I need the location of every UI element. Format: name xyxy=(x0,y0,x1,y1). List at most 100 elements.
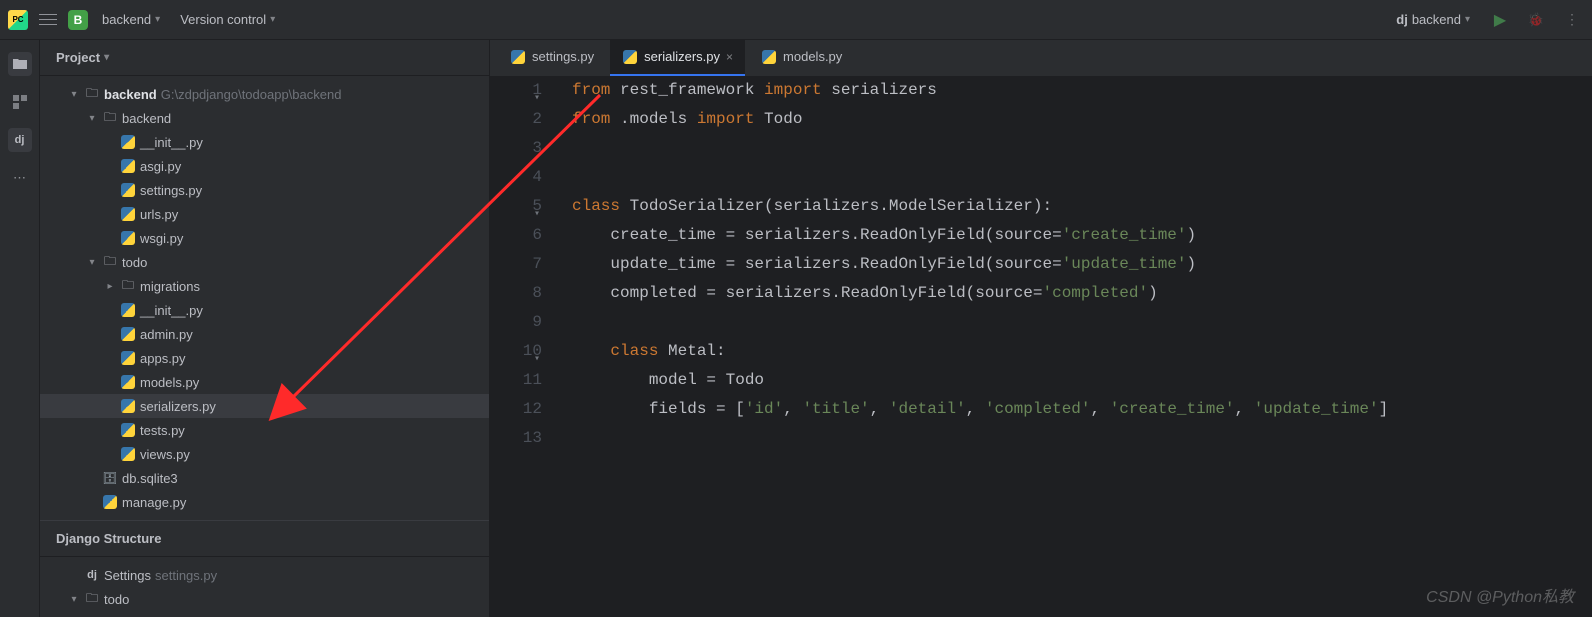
code-line: class Metal: xyxy=(572,337,1388,366)
python-file-icon xyxy=(120,350,136,366)
chevron-down-icon: ▾ xyxy=(155,14,160,25)
tree-item[interactable]: ▸ __init__.py xyxy=(40,130,489,154)
tree-item[interactable]: ▸ __init__.py xyxy=(40,298,489,322)
python-file-icon xyxy=(120,134,136,150)
more-button[interactable]: ⋮ xyxy=(1560,8,1584,32)
tree-item[interactable]: ▸ serializers.py xyxy=(40,394,489,418)
tree-item[interactable]: ▸ dj Settings settings.py xyxy=(40,563,489,587)
tree-item[interactable]: ▾ 🗀 backend xyxy=(40,106,489,130)
ellipsis-icon: ⋯ xyxy=(13,170,26,186)
close-icon[interactable]: × xyxy=(726,50,733,64)
tree-item-label: serializers.py xyxy=(140,399,216,414)
code-line: create_time = serializers.ReadOnlyField(… xyxy=(572,221,1388,250)
bug-icon: 🐞 xyxy=(1528,12,1544,28)
code-line xyxy=(572,424,1388,453)
line-number: 4 xyxy=(490,163,542,192)
project-name: backend xyxy=(102,12,151,27)
python-file-icon xyxy=(120,398,136,414)
code-line: from .models import Todo xyxy=(572,105,1388,134)
expand-arrow-icon[interactable]: ▾ xyxy=(68,594,80,605)
collapse-arrow-icon[interactable]: ▸ xyxy=(104,281,116,292)
code-line: model = Todo xyxy=(572,366,1388,395)
editor-body[interactable]: 1▾2345▾678910▾111213 from rest_framework… xyxy=(490,76,1592,617)
python-file-icon xyxy=(120,206,136,222)
tree-item[interactable]: ▸ tests.py xyxy=(40,418,489,442)
sidebar: Project ▾ ▾ 🗀 backend G:\zdpdjango\todoa… xyxy=(40,40,490,617)
django-panel-header[interactable]: Django Structure xyxy=(40,521,489,557)
tab-label: settings.py xyxy=(532,49,594,64)
tree-item-label: backend xyxy=(104,87,157,102)
vcs-menu[interactable]: Version control ▾ xyxy=(174,8,281,31)
editor-tab[interactable]: serializers.py × xyxy=(610,40,745,76)
package-icon: 🗀 xyxy=(102,110,118,126)
tree-item[interactable]: ▸ manage.py xyxy=(40,490,489,514)
tree-item[interactable]: ▸ 🗄 db.sqlite3 xyxy=(40,466,489,490)
python-file-icon xyxy=(510,49,526,65)
editor-tab[interactable]: settings.py xyxy=(498,40,606,76)
play-icon: ▶ xyxy=(1494,10,1506,30)
django-tree: ▸ dj Settings settings.py ▾ 🗀 todo xyxy=(40,557,489,617)
python-file-icon xyxy=(761,49,777,65)
tree-item[interactable]: ▸ asgi.py xyxy=(40,154,489,178)
python-file-icon xyxy=(120,158,136,174)
vertical-dots-icon: ⋮ xyxy=(1565,11,1579,28)
vcs-label: Version control xyxy=(180,12,266,27)
project-selector[interactable]: backend ▾ xyxy=(96,8,166,31)
debug-button[interactable]: 🐞 xyxy=(1524,8,1548,32)
tree-item[interactable]: ▸ wsgi.py xyxy=(40,226,489,250)
tree-item-label: apps.py xyxy=(140,351,186,366)
tree-item-label: asgi.py xyxy=(140,159,181,174)
line-number: 9 xyxy=(490,308,542,337)
tool-rail: dj ⋯ xyxy=(0,40,40,617)
expand-arrow-icon[interactable]: ▾ xyxy=(86,257,98,268)
tree-item[interactable]: ▸ 🗀 migrations xyxy=(40,274,489,298)
python-file-icon xyxy=(120,230,136,246)
line-number: 6 xyxy=(490,221,542,250)
tree-item[interactable]: ▸ settings.py xyxy=(40,178,489,202)
tree-item-label: views.py xyxy=(140,447,190,462)
django-tool-button[interactable]: dj xyxy=(8,128,32,152)
tree-item[interactable]: ▾ 🗀 todo xyxy=(40,587,489,611)
path-suffix: settings.py xyxy=(155,568,217,583)
code-line xyxy=(572,163,1388,192)
line-number: 10▾ xyxy=(490,337,542,366)
project-panel-header[interactable]: Project ▾ xyxy=(40,40,489,76)
main-menu-button[interactable] xyxy=(36,8,60,32)
django-icon: dj xyxy=(84,567,100,583)
package-icon: 🗀 xyxy=(120,278,136,294)
more-tools-button[interactable]: ⋯ xyxy=(8,166,32,190)
tree-item-label: db.sqlite3 xyxy=(122,471,178,486)
tab-label: models.py xyxy=(783,49,842,64)
python-file-icon xyxy=(120,182,136,198)
run-config-prefix: dj xyxy=(1396,12,1408,27)
project-panel-title: Project xyxy=(56,50,100,65)
project-tool-button[interactable] xyxy=(8,52,32,76)
editor-tab[interactable]: models.py xyxy=(749,40,854,76)
code-line: update_time = serializers.ReadOnlyField(… xyxy=(572,250,1388,279)
expand-arrow-icon[interactable]: ▾ xyxy=(68,89,80,100)
code-content[interactable]: from rest_framework import serializersfr… xyxy=(560,76,1388,617)
tree-item[interactable]: ▸ views.py xyxy=(40,442,489,466)
folder-icon: 🗀 xyxy=(84,86,100,102)
python-file-icon xyxy=(120,374,136,390)
top-bar: PC B backend ▾ Version control ▾ dj back… xyxy=(0,0,1592,40)
project-badge-icon: B xyxy=(68,10,88,30)
tree-item[interactable]: ▾ 🗀 todo xyxy=(40,250,489,274)
folder-icon: 🗀 xyxy=(84,591,100,607)
editor-area: settings.py serializers.py × models.py 1… xyxy=(490,40,1592,617)
tree-item[interactable]: ▸ models.py xyxy=(40,370,489,394)
python-file-icon xyxy=(120,302,136,318)
code-line: from rest_framework import serializers xyxy=(572,76,1388,105)
tree-item[interactable]: ▾ 🗀 backend G:\zdpdjango\todoapp\backend xyxy=(40,82,489,106)
database-icon: 🗄 xyxy=(102,470,118,486)
expand-arrow-icon[interactable]: ▾ xyxy=(86,113,98,124)
python-file-icon xyxy=(120,446,136,462)
tree-item[interactable]: ▸ admin.py xyxy=(40,322,489,346)
chevron-down-icon: ▾ xyxy=(1465,14,1470,25)
run-config-selector[interactable]: dj backend ▾ xyxy=(1390,8,1476,31)
tree-item[interactable]: ▸ urls.py xyxy=(40,202,489,226)
tree-item[interactable]: ▸ apps.py xyxy=(40,346,489,370)
structure-tool-button[interactable] xyxy=(8,90,32,114)
run-button[interactable]: ▶ xyxy=(1488,8,1512,32)
chevron-down-icon: ▾ xyxy=(104,52,109,63)
